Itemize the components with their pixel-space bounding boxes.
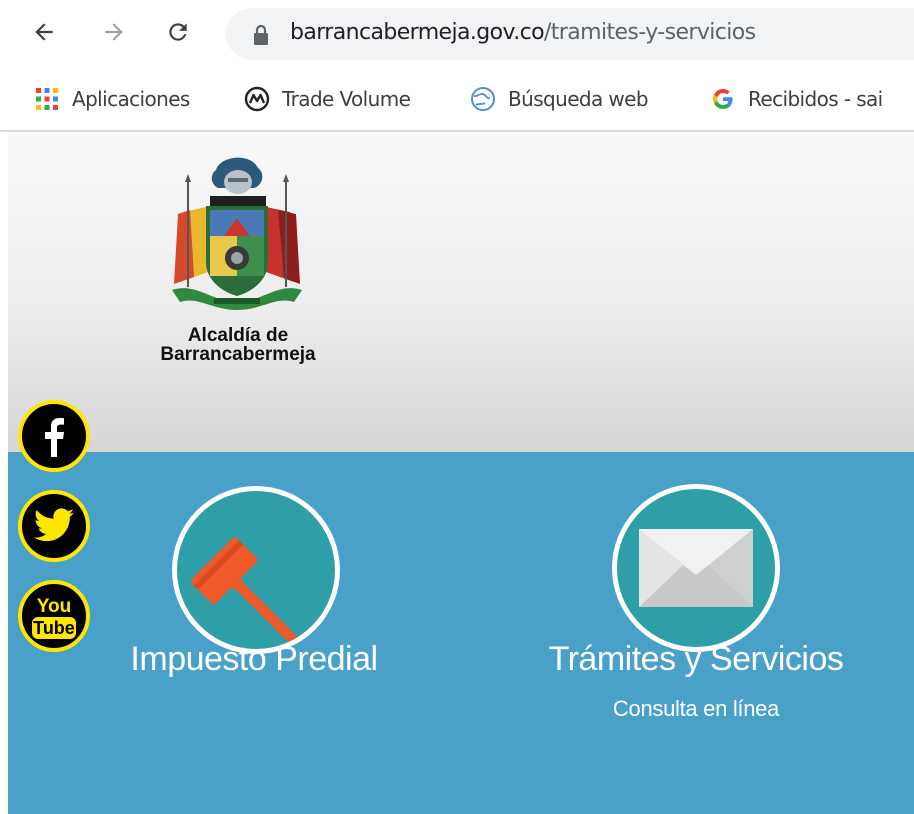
- impuesto-predial-button[interactable]: [172, 486, 340, 654]
- service-title[interactable]: Impuesto Predial: [98, 640, 410, 679]
- globe-search-icon: [471, 87, 495, 111]
- youtube-tube-text: Tube: [33, 618, 75, 638]
- header-banner: Alcaldía de Barrancabermeja: [8, 134, 914, 452]
- bookmark-apps[interactable]: Aplicaciones: [34, 84, 190, 114]
- bookmark-label: Aplicaciones: [72, 87, 190, 111]
- youtube-icon: You Tube: [32, 596, 76, 639]
- url-text[interactable]: barrancabermeja.gov.co/tramites-y-servic…: [290, 20, 756, 45]
- facebook-button[interactable]: [18, 400, 90, 472]
- service-title[interactable]: Trámites y Servicios: [518, 640, 874, 679]
- apps-grid-icon: [36, 88, 58, 110]
- facebook-icon: [45, 418, 64, 457]
- logo-text: Alcaldía de Barrancabermeja: [138, 326, 338, 364]
- youtube-button[interactable]: You Tube: [18, 580, 90, 652]
- browser-toolbar: barrancabermeja.gov.co/tramites-y-servic…: [0, 0, 914, 70]
- lock-icon: [254, 24, 268, 45]
- youtube-you-text: You: [37, 596, 71, 617]
- gavel-icon: [190, 537, 300, 646]
- back-button[interactable]: [26, 14, 62, 50]
- twitter-button[interactable]: [18, 490, 90, 562]
- bookmark-label: Recibidos - sai: [748, 87, 883, 111]
- bookmarks-bar: Aplicaciones Trade Volume Búsqueda web R…: [0, 70, 914, 132]
- url-domain: barrancabermeja.gov.co: [290, 20, 545, 45]
- reload-button[interactable]: [160, 14, 196, 50]
- forward-button[interactable]: [96, 14, 132, 50]
- services-section: Impuesto Predial Trámites y Servicios Co…: [8, 452, 914, 814]
- twitter-icon: [34, 508, 74, 542]
- logo-line-2: Barrancabermeja: [160, 344, 316, 365]
- arrow-right-icon: [105, 23, 123, 41]
- bookmark-busqueda-web[interactable]: Búsqueda web: [470, 84, 649, 114]
- reload-icon: [169, 23, 187, 41]
- url-path: /tramites-y-servicios: [543, 20, 756, 45]
- web-page: Alcaldía de Barrancabermeja Impuesto Pre…: [8, 134, 914, 814]
- bookmark-trade-volume[interactable]: Trade Volume: [244, 84, 411, 114]
- coinmarketcap-icon: [244, 86, 270, 112]
- arrow-left-icon: [35, 23, 53, 41]
- service-subtitle: Consulta en línea: [612, 696, 780, 721]
- bookmark-recibidos[interactable]: Recibidos - sai: [710, 84, 883, 114]
- coat-of-arms-logo[interactable]: [166, 152, 306, 312]
- tramites-servicios-button[interactable]: [612, 484, 780, 652]
- logo-line-1: Alcaldía de: [187, 325, 289, 346]
- bookmark-label: Trade Volume: [282, 87, 411, 111]
- envelope-icon: [639, 529, 753, 607]
- google-icon: [713, 89, 733, 109]
- bookmark-label: Búsqueda web: [508, 87, 649, 111]
